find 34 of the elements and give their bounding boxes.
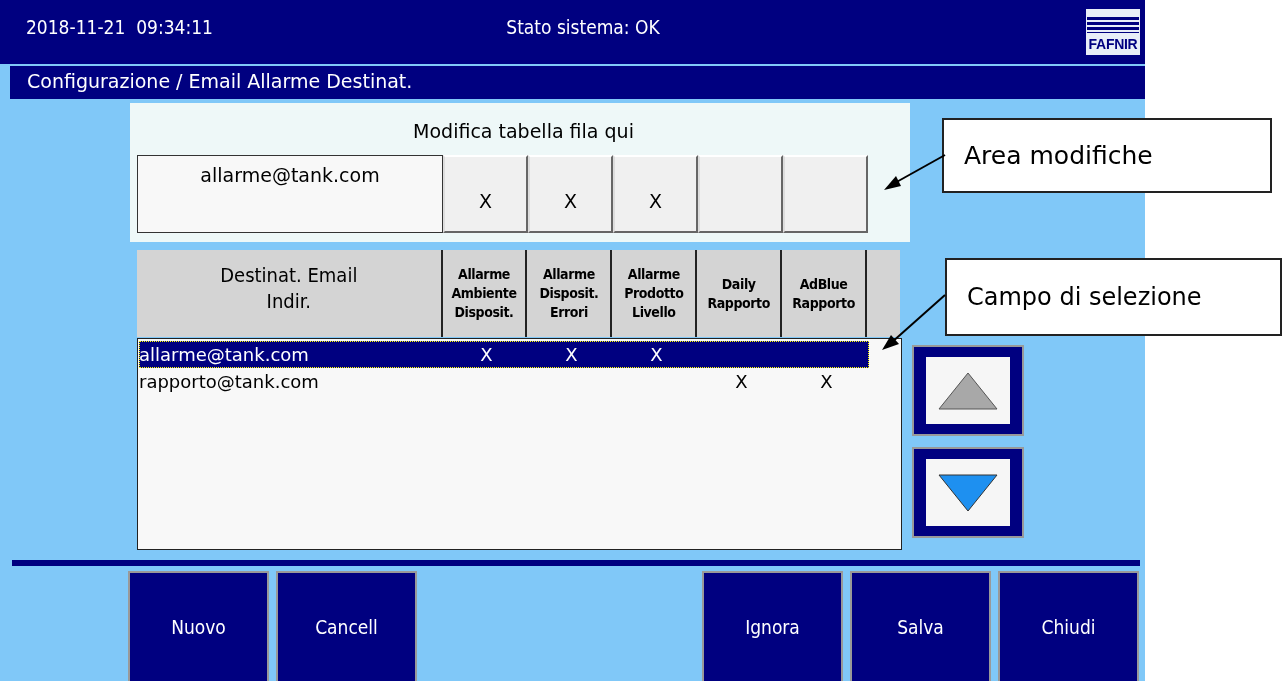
action-button[interactable]: Salva: [850, 571, 991, 681]
scroll-up-button[interactable]: [912, 345, 1024, 436]
up-triangle-icon: [937, 370, 999, 411]
arrow: [884, 154, 946, 190]
flag-cell[interactable]: X: [528, 155, 613, 233]
mark-text: X: [564, 344, 579, 365]
down-triangle-icon: [937, 472, 999, 513]
action-button[interactable]: Cancell: [276, 571, 417, 681]
list-row[interactable]: rapporto@tank.com X X: [139, 368, 900, 395]
email-text: allarme@tank.com: [139, 344, 310, 365]
email-field[interactable]: allarme@tank.com: [137, 155, 443, 233]
arrow: [882, 294, 946, 350]
flag-cell[interactable]: [698, 155, 783, 233]
panel-title: Modifica tabella fila qui: [412, 119, 635, 144]
callout-label: Area modifiche: [942, 118, 1272, 193]
mark-text: X: [649, 344, 664, 365]
mark-text: X: [734, 371, 749, 392]
list-row[interactable]: allarme@tank.com X X X: [139, 341, 869, 368]
action-button[interactable]: Nuovo: [128, 571, 269, 681]
flag-cell[interactable]: X: [443, 155, 528, 233]
logo: FAFNIR: [1086, 9, 1140, 55]
callout-label: Campo di selezione: [945, 258, 1282, 336]
email-text: rapporto@tank.com: [139, 371, 320, 392]
action-button[interactable]: Chiudi: [998, 571, 1139, 681]
selection-list[interactable]: allarme@tank.com X X X rapporto@tank.com X X: [137, 338, 902, 550]
flag-cell[interactable]: [783, 155, 868, 233]
date-time: 2018-11-21 09:34:11: [26, 16, 213, 38]
mark-text: X: [479, 344, 494, 365]
action-button[interactable]: Ignora: [702, 571, 843, 681]
mark-text: X: [819, 371, 834, 392]
flag-cell[interactable]: X: [613, 155, 698, 233]
system-status: Stato sistema: OK: [506, 16, 660, 38]
scroll-down-button[interactable]: [912, 447, 1024, 538]
breadcrumb: Configurazione / Email Allarme Destinat.: [10, 66, 1145, 99]
